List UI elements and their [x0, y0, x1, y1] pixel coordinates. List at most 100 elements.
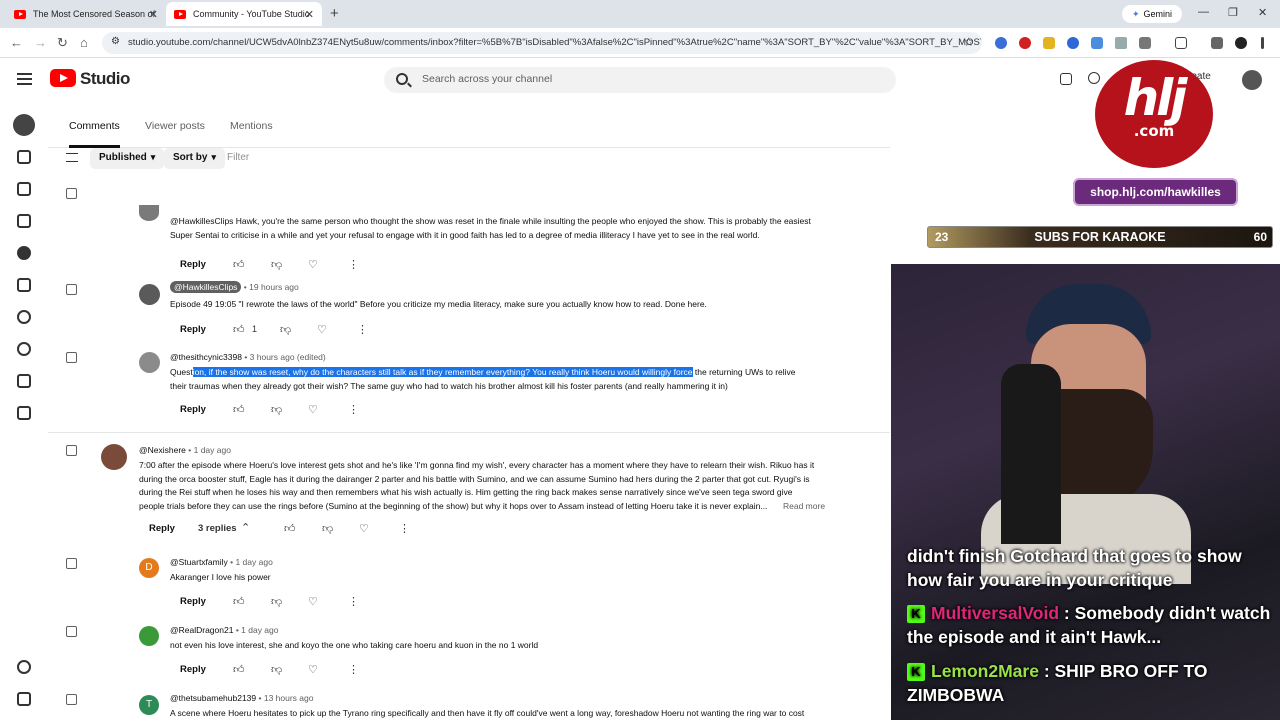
- content-icon[interactable]: [17, 182, 31, 196]
- more-options-icon[interactable]: ⋮: [348, 663, 359, 676]
- published-dropdown[interactable]: Published: [90, 148, 165, 169]
- browser-tab-studio[interactable]: Community - YouTube Studio ✕: [166, 2, 322, 26]
- commenter-avatar[interactable]: [139, 626, 159, 646]
- tab-comments[interactable]: Comments: [69, 120, 120, 148]
- url-field[interactable]: ⚙ studio.youtube.com/channel/UCW5dvA0lnb…: [102, 32, 982, 54]
- back-icon[interactable]: ←: [10, 35, 23, 50]
- dislike-icon[interactable]: 👎︎: [271, 258, 282, 271]
- restore-icon[interactable]: ❐: [1228, 6, 1238, 19]
- new-tab-button[interactable]: +: [330, 5, 339, 22]
- more-options-icon[interactable]: ⋮: [399, 522, 410, 535]
- channel-avatar[interactable]: [13, 114, 35, 136]
- analytics-icon[interactable]: [17, 214, 31, 228]
- bookmark-star-icon[interactable]: ☆: [963, 35, 974, 49]
- commenter-avatar[interactable]: [139, 352, 160, 373]
- dislike-icon[interactable]: 👎︎: [280, 323, 291, 336]
- like-icon[interactable]: 👍︎: [233, 258, 245, 271]
- more-options-icon[interactable]: ⋮: [348, 595, 359, 608]
- extension-icon[interactable]: [1043, 37, 1055, 49]
- close-icon[interactable]: ✕: [149, 8, 158, 21]
- heart-icon[interactable]: ♡: [308, 595, 318, 608]
- heart-icon[interactable]: ♡: [308, 258, 318, 271]
- more-options-icon[interactable]: ⋮: [357, 323, 368, 336]
- like-icon[interactable]: 👍︎: [233, 403, 245, 416]
- reply-button[interactable]: Reply: [170, 255, 216, 274]
- commenter-avatar[interactable]: D: [139, 558, 159, 578]
- chevron-up-icon[interactable]: ⌃: [241, 521, 250, 534]
- gemini-button[interactable]: ✦ Gemini: [1122, 5, 1183, 23]
- comment-checkbox[interactable]: [66, 694, 77, 705]
- reload-icon[interactable]: ↻: [57, 35, 68, 51]
- commenter-avatar[interactable]: T: [139, 695, 159, 715]
- account-avatar[interactable]: [1242, 70, 1262, 90]
- read-more-link[interactable]: Read more: [781, 501, 826, 511]
- comment-checkbox[interactable]: [66, 445, 77, 456]
- dislike-icon[interactable]: 👎︎: [271, 595, 282, 608]
- replies-toggle[interactable]: 3 replies: [198, 523, 237, 534]
- extension-icon[interactable]: [1115, 37, 1127, 49]
- close-icon[interactable]: ✕: [305, 8, 314, 21]
- filter-input[interactable]: Filter: [227, 152, 249, 163]
- customization-icon[interactable]: [17, 374, 31, 388]
- browser-tab-video[interactable]: The Most Censored Season of ✕: [6, 2, 166, 26]
- community-icon[interactable]: [17, 246, 31, 260]
- sort-by-dropdown[interactable]: Sort by: [164, 148, 225, 169]
- youtube-logo-icon[interactable]: [50, 69, 76, 87]
- commenter-avatar[interactable]: [139, 205, 159, 221]
- reply-button[interactable]: Reply: [139, 519, 185, 538]
- select-all-checkbox[interactable]: [66, 188, 77, 199]
- dislike-icon[interactable]: 👎︎: [271, 663, 282, 676]
- like-icon[interactable]: 👍︎: [233, 663, 245, 676]
- comment-checkbox[interactable]: [66, 626, 77, 637]
- comment-checkbox[interactable]: [66, 352, 77, 363]
- reply-button[interactable]: Reply: [170, 400, 216, 419]
- subtitles-icon[interactable]: [17, 278, 31, 292]
- more-options-icon[interactable]: ⋮: [348, 403, 359, 416]
- like-icon[interactable]: 👍︎: [233, 595, 245, 608]
- filter-icon[interactable]: [66, 153, 78, 162]
- extension-icon[interactable]: [1091, 37, 1103, 49]
- minimize-icon[interactable]: —: [1198, 6, 1209, 18]
- audio-library-icon[interactable]: [17, 406, 31, 420]
- heart-icon[interactable]: ♡: [308, 403, 318, 416]
- search-input[interactable]: Search across your channel: [384, 67, 896, 93]
- forward-icon[interactable]: →: [34, 35, 47, 50]
- heart-icon[interactable]: ♡: [308, 663, 318, 676]
- commenter-avatar[interactable]: [139, 284, 160, 305]
- like-icon[interactable]: 👍︎: [284, 522, 296, 535]
- dislike-icon[interactable]: 👎︎: [322, 522, 333, 535]
- dashboard-icon[interactable]: [17, 150, 31, 164]
- extensions-puzzle-icon[interactable]: [1139, 37, 1151, 49]
- reply-button[interactable]: Reply: [170, 660, 216, 679]
- reply-button[interactable]: Reply: [170, 592, 216, 611]
- heart-icon[interactable]: ♡: [359, 522, 369, 535]
- feedback-icon[interactable]: [17, 692, 31, 706]
- extension-icon[interactable]: [1067, 37, 1079, 49]
- creator-badge[interactable]: @HawkillesClips: [170, 281, 242, 293]
- captions-icon[interactable]: [1060, 73, 1072, 85]
- comment-checkbox[interactable]: [66, 284, 77, 295]
- dislike-icon[interactable]: 👎︎: [271, 403, 282, 416]
- reply-button[interactable]: Reply: [170, 320, 216, 339]
- more-icon[interactable]: [1261, 37, 1264, 49]
- close-window-icon[interactable]: ✕: [1258, 6, 1267, 19]
- hamburger-menu-icon[interactable]: [17, 73, 32, 85]
- heart-icon[interactable]: ♡: [317, 323, 327, 336]
- menu-icon[interactable]: [1211, 37, 1223, 49]
- copyright-icon[interactable]: [17, 310, 31, 324]
- settings-icon[interactable]: [17, 660, 31, 674]
- tab-mentions[interactable]: Mentions: [230, 120, 273, 132]
- home-icon[interactable]: ⌂: [80, 35, 88, 50]
- comment-text: Episode 49 19:05 "I rewrote the laws of …: [170, 299, 707, 309]
- cast-icon[interactable]: [1175, 37, 1187, 49]
- commenter-avatar[interactable]: [101, 444, 127, 470]
- earn-icon[interactable]: [17, 342, 31, 356]
- more-options-icon[interactable]: ⋮: [348, 258, 359, 271]
- like-icon[interactable]: 👍︎: [233, 323, 245, 336]
- site-info-icon[interactable]: ⚙: [111, 36, 120, 47]
- extension-icon[interactable]: [1019, 37, 1031, 49]
- comment-checkbox[interactable]: [66, 558, 77, 569]
- profile-avatar[interactable]: [1235, 37, 1247, 49]
- extension-icon[interactable]: [995, 37, 1007, 49]
- tab-viewer-posts[interactable]: Viewer posts: [145, 120, 205, 132]
